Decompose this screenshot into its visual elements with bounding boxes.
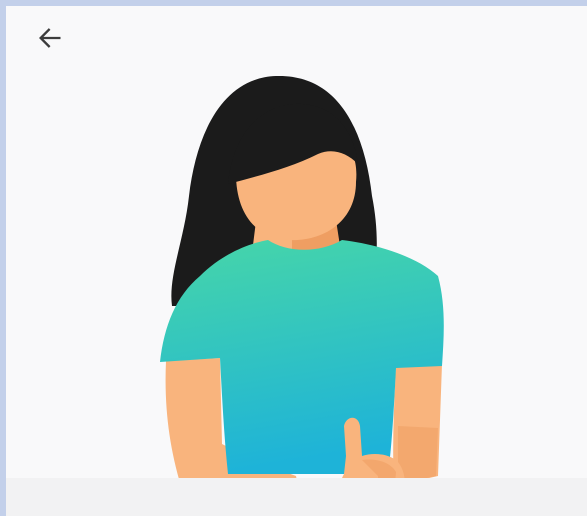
person-illustration: [160, 75, 444, 516]
bottom-panel: [6, 478, 587, 516]
screen: [6, 6, 587, 516]
